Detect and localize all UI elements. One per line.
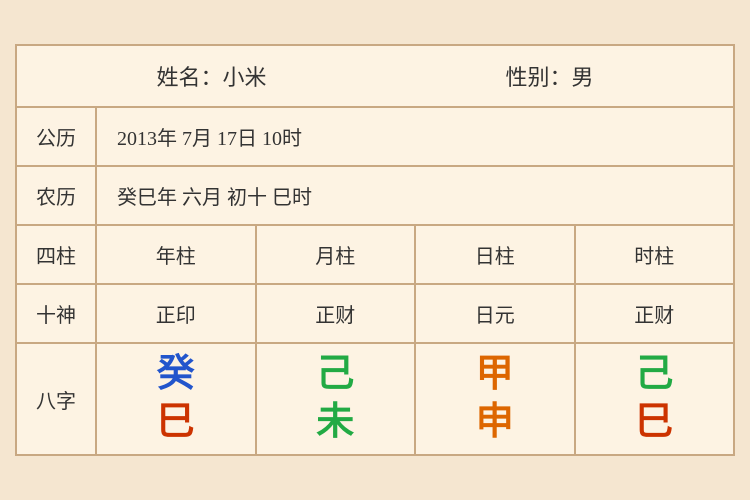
shishen-month: 正财 xyxy=(257,285,417,342)
bazi-hour-top: 己 xyxy=(635,354,673,396)
gender-label: 性别：男 xyxy=(505,60,593,92)
main-table: 姓名：小米 性别：男 公历 2013年 7月 17日 10时 农历 癸巳年 六月… xyxy=(15,44,735,456)
shishen-label: 十神 xyxy=(17,285,97,342)
bazi-year-bottom: 巳 xyxy=(157,402,195,444)
month-column-header: 月柱 xyxy=(257,226,417,283)
bazi-hour-bottom: 巳 xyxy=(635,402,673,444)
header-row: 姓名：小米 性别：男 xyxy=(17,46,733,108)
bazi-hour-pillar: 己 巳 xyxy=(576,344,734,454)
gregorian-label: 公历 xyxy=(17,108,97,165)
gregorian-value: 2013年 7月 17日 10时 xyxy=(97,108,733,165)
columns-row: 四柱 年柱 月柱 日柱 时柱 xyxy=(17,226,733,285)
shishen-year: 正印 xyxy=(97,285,257,342)
gregorian-row: 公历 2013年 7月 17日 10时 xyxy=(17,108,733,167)
columns-label: 四柱 xyxy=(17,226,97,283)
shishen-hour: 正财 xyxy=(576,285,734,342)
bazi-month-bottom: 未 xyxy=(316,402,354,444)
lunar-label: 农历 xyxy=(17,167,97,224)
day-column-header: 日柱 xyxy=(416,226,576,283)
bazi-year-top: 癸 xyxy=(157,354,195,396)
bazi-day-bottom: 申 xyxy=(476,402,514,444)
lunar-row: 农历 癸巳年 六月 初十 巳时 xyxy=(17,167,733,226)
lunar-value: 癸巳年 六月 初十 巳时 xyxy=(97,167,733,224)
bazi-month-pillar: 己 未 xyxy=(257,344,417,454)
shishen-row: 十神 正印 正财 日元 正财 xyxy=(17,285,733,344)
bazi-month-top: 己 xyxy=(316,354,354,396)
bazi-row: 八字 癸 巳 己 未 甲 申 己 巳 xyxy=(17,344,733,454)
year-column-header: 年柱 xyxy=(97,226,257,283)
bazi-label: 八字 xyxy=(17,344,97,454)
bazi-year-pillar: 癸 巳 xyxy=(97,344,257,454)
shishen-day: 日元 xyxy=(416,285,576,342)
bazi-day-top: 甲 xyxy=(476,354,514,396)
name-label: 姓名：小米 xyxy=(156,60,266,92)
hour-column-header: 时柱 xyxy=(576,226,734,283)
bazi-day-pillar: 甲 申 xyxy=(416,344,576,454)
